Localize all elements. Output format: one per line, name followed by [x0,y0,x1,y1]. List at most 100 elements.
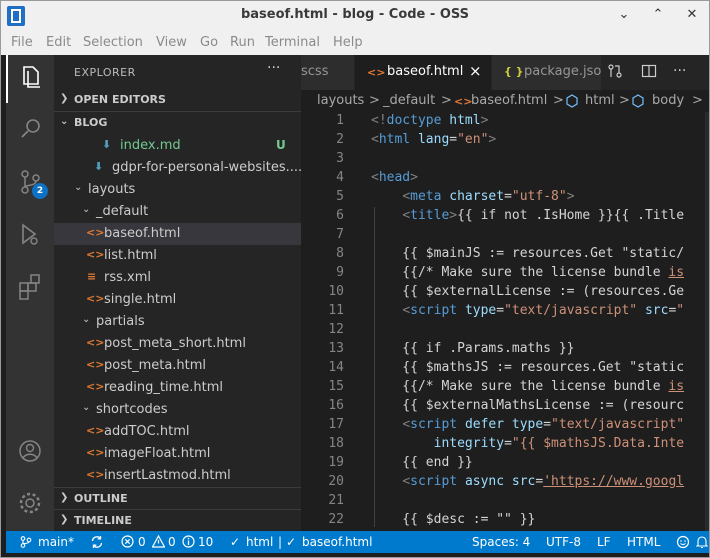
run-debug-icon[interactable] [6,211,54,259]
breadcrumb-item[interactable]: body [652,93,684,108]
split-editor-icon[interactable] [641,63,657,83]
eol-setting[interactable]: LF [597,535,611,549]
code-line[interactable]: 19 {{ end }} [301,455,709,474]
code-line[interactable]: 13 {{ if .Params.maths }} [301,341,709,360]
tree-item[interactable]: ⬇ gdpr-for-personal-websites.... [54,157,302,179]
code-line[interactable]: 16 {{ $externalMathsLicense := (resourc [301,398,709,417]
info-count[interactable]: 10 [198,535,213,549]
tree-item[interactable]: <> insertLastmod.html [54,465,301,487]
tree-item[interactable]: <> single.html [54,289,301,311]
menu-help[interactable]: Help [333,35,363,50]
html-icon: <> [367,66,386,79]
code-line[interactable]: 9 {{/* Make sure the license bundle is [301,265,709,284]
tab-baseof-html[interactable]: <> baseof.html × [355,55,491,90]
tab-package-json[interactable]: { } package.jso [492,55,601,90]
timeline-section[interactable]: ❯ TIMELINE [54,509,301,532]
tree-item[interactable]: ⬇ index.md U [54,135,301,157]
feedback-icon[interactable] [676,535,690,552]
breadcrumb-item[interactable]: html [585,93,615,108]
chevron-right-icon: ❯ [60,492,69,503]
outline-section[interactable]: ❯ OUTLINE [54,487,301,510]
line-number: 17 [328,417,344,432]
code-line[interactable]: 8 {{ $mainJS := resources.Get "static/ [301,246,709,265]
language-mode[interactable]: HTML [627,535,660,549]
code-line[interactable]: 2 <html lang="en"> [301,132,709,151]
code-text: <script type="text/javascript" src=" [402,303,685,318]
menu-go[interactable]: Go [200,35,218,50]
menu-file[interactable]: File [11,35,33,50]
breadcrumb-item[interactable]: _default [383,93,435,108]
indentation-setting[interactable]: Spaces: 4 [472,535,530,549]
tab-scss[interactable]: scss [301,55,354,90]
menu-edit[interactable]: Edit [46,35,71,50]
code-line[interactable]: 12 [301,322,709,341]
menu-selection[interactable]: Selection [83,35,143,50]
code-editor[interactable]: 1 <!doctype html> 2 <html lang="en"> 3 4 <head… [301,112,709,531]
code-line[interactable]: 1 <!doctype html> [301,113,709,132]
code-line[interactable]: 6 <title>{{ if not .IsHome }}{{ .Title [301,208,709,227]
code-line[interactable]: 5 <meta charset="utf-8"> [301,189,709,208]
minimize-button[interactable]: ⌄ [615,6,633,24]
explorer-icon[interactable] [6,55,54,103]
close-tab-icon[interactable]: × [469,62,482,80]
tree-item[interactable]: <> imageFloat.html [54,443,301,465]
code-line[interactable]: 7 [301,227,709,246]
extensions-icon[interactable] [6,263,54,311]
notifications-bell-icon[interactable] [695,535,709,552]
code-line[interactable]: 17 <script defer type="text/javascript" [301,417,709,436]
maximize-button[interactable]: ⌃ [649,6,667,24]
settings-gear-icon[interactable] [6,479,54,527]
code-line[interactable]: 3 [301,151,709,170]
tree-item[interactable]: <> addTOC.html [54,421,301,443]
untracked-badge: U [276,138,286,152]
tree-item[interactable]: <> reading_time.html [54,377,301,399]
code-line[interactable]: 22 {{ $desc := "" }} [301,512,709,531]
code-text: <head> [371,170,418,185]
code-line[interactable]: 21 [301,493,709,512]
workspace-section[interactable]: ⌄ BLOG [54,111,301,134]
warning-count[interactable]: 0 [168,535,176,549]
menu-run[interactable]: Run [230,35,255,50]
encoding-setting[interactable]: UTF-8 [546,535,581,549]
line-number: 1 [336,113,344,128]
close-window-button[interactable]: ✕ [683,6,701,24]
tree-item-selected[interactable]: <> baseof.html [54,223,301,245]
menu-terminal[interactable]: Terminal [265,35,320,50]
branch-name[interactable]: main* [38,535,74,549]
tree-item[interactable]: ≡ rss.xml [54,267,301,289]
source-control-icon[interactable] [6,159,54,207]
breadcrumb-item[interactable]: baseof.html [471,93,547,108]
status-bar: main* 0 0 10 ✓ html | ✓ baseof.html Spac… [6,531,709,553]
menu-view[interactable]: View [156,35,187,50]
tree-folder[interactable]: ⌄ partials [54,311,301,333]
language-crumb[interactable]: html [246,535,273,549]
tree-folder[interactable]: ⌄ _default [54,201,301,223]
code-line[interactable]: 10 {{ $externalLicense := (resources.Ge [301,284,709,303]
download-arrow-icon: ⬇ [102,138,112,151]
line-number: 9 [336,265,344,280]
tree-folder[interactable]: ⌄ shortcodes [54,399,301,421]
vertical-scrollbar[interactable] [705,112,709,531]
explorer-title: EXPLORER [74,66,136,79]
code-line[interactable]: 20 <script async src='https://www.googl [301,474,709,493]
status-separator: | [278,535,283,549]
code-line[interactable]: 18 integrity="{{ $mathsJS.Data.Inte [301,436,709,455]
open-editors-section[interactable]: ❯ OPEN EDITORS [54,89,301,111]
tree-item[interactable]: <> post_meta.html [54,355,301,377]
code-line[interactable]: 14 {{ $mathsJS := resources.Get "static [301,360,709,379]
sync-icon[interactable] [90,535,104,552]
code-line[interactable]: 15 {{/* Make sure the license bundle is [301,379,709,398]
open-changes-icon[interactable] [607,63,623,83]
code-line[interactable]: 4 <head> [301,170,709,189]
tree-item[interactable]: <> post_meta_short.html [54,333,301,355]
code-line[interactable]: 11 <script type="text/javascript" src=" [301,303,709,322]
breadcrumb-item[interactable]: layouts [317,93,364,108]
account-icon[interactable] [6,427,54,475]
tree-item[interactable]: <> list.html [54,245,301,267]
search-icon[interactable] [6,105,54,153]
tree-folder[interactable]: ⌄ layouts [54,179,301,201]
error-count[interactable]: 0 [138,535,146,549]
more-actions-icon[interactable]: ··· [267,60,280,76]
more-actions-icon[interactable]: ··· [673,63,686,79]
file-crumb[interactable]: baseof.html [302,535,372,549]
